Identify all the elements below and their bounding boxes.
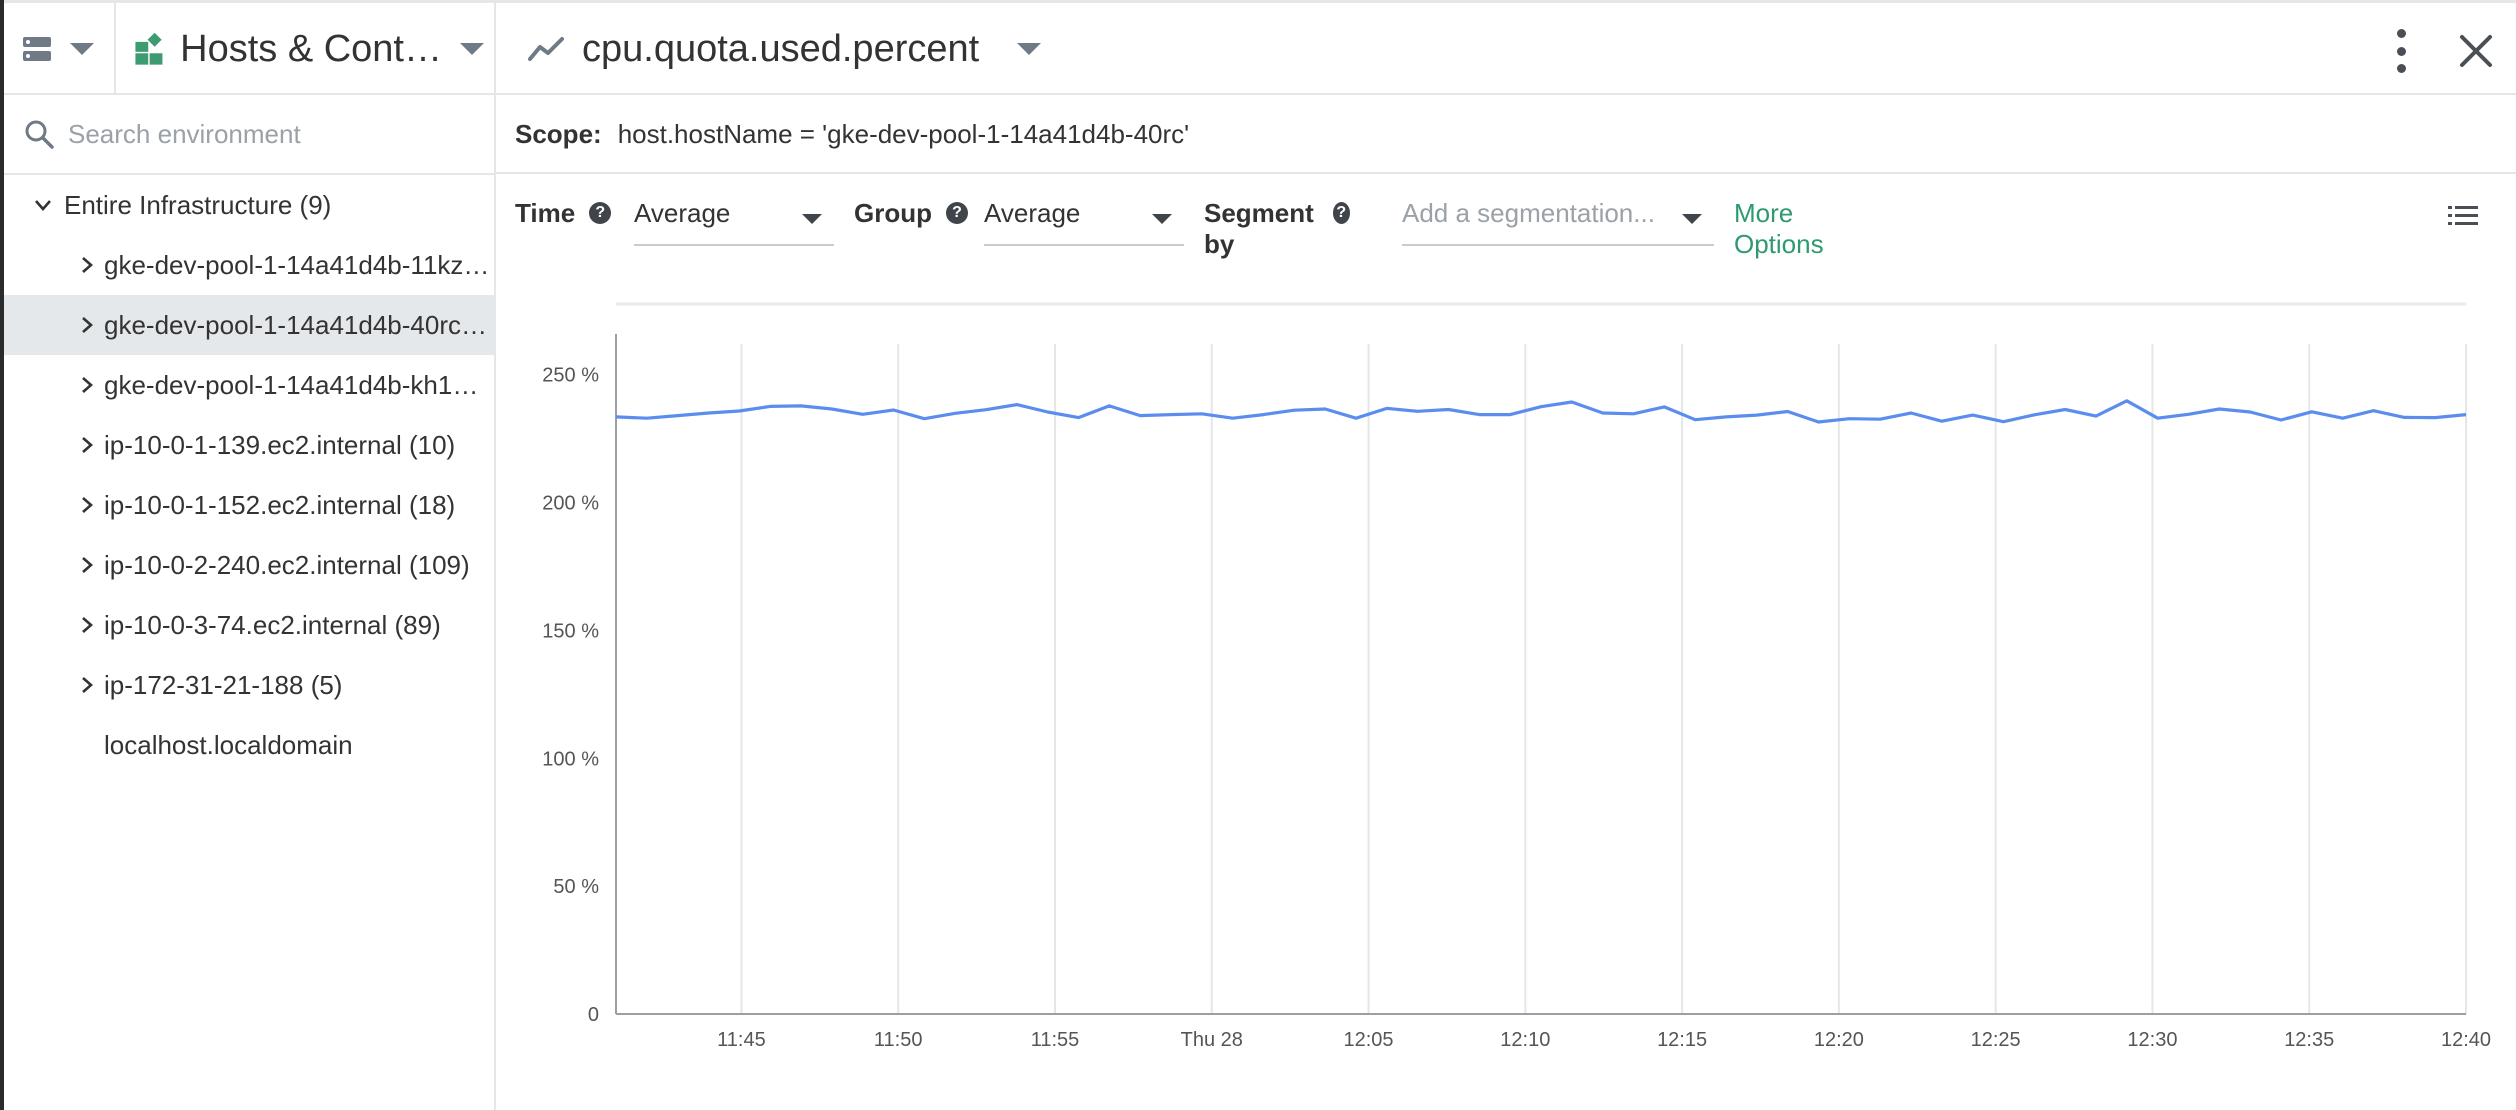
chevron-right-icon[interactable] [70,315,104,335]
more-options-link[interactable]: More Options [1734,198,1824,260]
segment-by-label: Segment by [1204,198,1314,259]
chevron-right-icon[interactable] [70,495,104,515]
tree-item-label: ip-10-0-1-152.ec2.internal (18) [104,489,456,520]
scope-label: Scope: [515,118,602,149]
tree-item-label: gke-dev-pool-1-14a41d4b-11kz… [104,249,490,280]
source-selector-button[interactable] [22,29,112,69]
header-divider [114,3,116,93]
chevron-right-icon[interactable] [70,555,104,575]
y-tick-label: 250 % [542,365,599,387]
tree-item-label: gke-dev-pool-1-14a41d4b-40rc… [104,309,488,340]
environment-sidebar: Entire Infrastructure (9) gke-dev-pool-1… [4,95,496,1110]
tree-item[interactable]: ip-10-0-2-240.ec2.internal (109) [4,535,494,595]
divider [496,172,2516,174]
group-aggregation-value: Average [984,198,1081,228]
series-line [615,399,2467,424]
tree-item[interactable]: gke-dev-pool-1-14a41d4b-kh1… [4,355,494,415]
tree-item-label: ip-172-31-21-188 (5) [104,669,343,700]
help-icon[interactable]: ? [589,202,612,224]
app-window: Hosts & Cont… cpu.quota.used.percent Sea… [0,0,2516,1110]
tree-item[interactable]: ip-172-31-21-188 (5) [4,655,494,715]
metric-selector[interactable]: cpu.quota.used.percent [528,21,1042,77]
tree-item[interactable]: localhost.localdomain [4,715,494,775]
x-tick-label: 11:45 [717,1029,766,1051]
chevron-right-icon[interactable] [70,435,104,455]
chevron-down-icon [460,43,484,55]
x-tick-label: Thu 28 [1181,1029,1243,1051]
group-aggregation-select[interactable]: Average [984,190,1184,246]
entity-type-title: Hosts & Cont… [180,27,442,70]
entity-type-selector[interactable]: Hosts & Cont… [134,21,484,77]
group-aggregation: Group ? [854,190,968,250]
x-tick-label: 11:55 [1031,1029,1080,1051]
tree-item-label: localhost.localdomain [104,729,353,760]
segmentation-select[interactable]: Add a segmentation... [1402,190,1714,246]
time-aggregation-value: Average [634,198,731,228]
metric-title: cpu.quota.used.percent [582,27,980,70]
x-tick-label: 12:40 [2441,1029,2491,1051]
search-icon [25,120,54,149]
list-view-icon[interactable] [2448,203,2478,229]
chevron-down-icon [1682,214,1702,224]
tree-root-label: Entire Infrastructure (9) [64,189,332,220]
tree-item-selected[interactable]: gke-dev-pool-1-14a41d4b-40rc… [4,295,494,355]
hosts-containers-icon [135,32,163,65]
y-tick-label: 50 % [553,876,599,898]
y-tick-label: 150 % [542,620,599,642]
line-chart-icon [528,37,564,61]
segment-by: Segment by ? [1204,190,1350,259]
x-tick-label: 12:05 [1344,1029,1394,1051]
search-bar [4,95,494,175]
tree-item-label: gke-dev-pool-1-14a41d4b-kh1… [104,369,479,400]
chevron-down-icon[interactable] [1017,43,1042,55]
tree-root-entire-infrastructure[interactable]: Entire Infrastructure (9) [4,175,494,235]
scope-value[interactable]: host.hostName = 'gke-dev-pool-1-14a41d4b… [618,119,1189,150]
x-tick-label: 11:50 [874,1029,923,1051]
chevron-down-icon [1152,214,1172,224]
chevron-right-icon[interactable] [70,255,104,275]
tree-item-label: ip-10-0-2-240.ec2.internal (109) [104,549,470,580]
x-tick-label: 12:10 [1500,1029,1550,1051]
tree-item-label: ip-10-0-1-139.ec2.internal (10) [104,429,456,460]
tree-item[interactable]: gke-dev-pool-1-14a41d4b-11kz… [4,235,494,295]
chevron-right-icon[interactable] [70,675,104,695]
tree-item-label: ip-10-0-3-74.ec2.internal (89) [104,609,441,640]
x-tick-label: 12:20 [1814,1029,1864,1051]
scope-bar: Scope: host.hostName = 'gke-dev-pool-1-1… [515,95,1189,173]
x-tick-label: 12:30 [2127,1029,2177,1051]
segmentation-placeholder: Add a segmentation... [1402,198,1655,228]
close-icon[interactable] [2454,29,2498,73]
tree-item[interactable]: ip-10-0-1-139.ec2.internal (10) [4,415,494,475]
help-icon[interactable]: ? [1332,202,1350,224]
y-tick-label: 100 % [542,748,599,770]
x-tick-label: 12:35 [2284,1029,2334,1051]
x-tick-label: 12:15 [1657,1029,1707,1051]
time-aggregation-select[interactable]: Average [634,190,834,246]
kebab-menu-icon[interactable] [2386,29,2416,73]
server-icon [23,37,51,61]
chevron-right-icon[interactable] [70,375,104,395]
time-aggregation: Time ? [515,190,612,250]
tree-item[interactable]: ip-10-0-1-152.ec2.internal (18) [4,475,494,535]
chevron-down-icon [802,214,822,224]
metric-line-chart: 11:45 11:50 11:55 Thu 28 12:05 12:10 12:15 12:2… [542,302,2491,1051]
chevron-down-icon[interactable] [26,198,60,212]
header-divider [494,3,496,93]
group-label: Group [854,198,932,228]
search-input[interactable] [66,117,470,151]
tree-item[interactable]: ip-10-0-3-74.ec2.internal (89) [4,595,494,655]
chevron-right-icon[interactable] [70,615,104,635]
x-tick-label: 12:25 [1971,1029,2021,1051]
time-label: Time [515,198,576,228]
y-tick-label: 200 % [542,493,599,515]
y-tick-label: 0 [588,1004,599,1026]
header-bar: Hosts & Cont… cpu.quota.used.percent [4,3,2516,95]
help-icon[interactable]: ? [946,202,968,224]
chevron-down-icon [70,43,94,55]
